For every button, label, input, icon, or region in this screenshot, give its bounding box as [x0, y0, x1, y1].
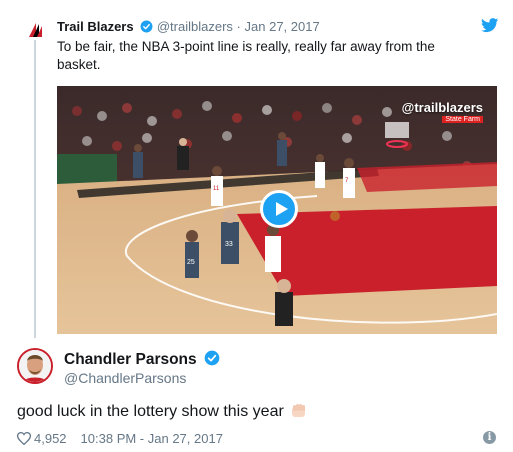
- verified-badge-icon: [140, 20, 153, 33]
- quoted-tweet-header: Trail Blazers @trailblazers · Jan 27, 20…: [57, 19, 320, 35]
- quoted-tweet[interactable]: Trail Blazers @trailblazers · Jan 27, 20…: [0, 0, 513, 338]
- info-icon[interactable]: i: [483, 431, 496, 444]
- play-icon[interactable]: [260, 190, 298, 228]
- video-sponsor-text: State Farm: [442, 116, 483, 123]
- thread-line: [34, 38, 36, 338]
- like-count[interactable]: 4,952: [34, 431, 67, 446]
- tweet-timestamp[interactable]: 10:38 PM - Jan 27, 2017: [81, 431, 223, 446]
- reply-tweet: Chandler Parsons @ChandlerParsons good l…: [0, 338, 513, 452]
- avatar[interactable]: [17, 348, 53, 384]
- tweet-footer: 4,952 10:38 PM - Jan 27, 2017: [17, 431, 223, 447]
- video-player[interactable]: 25 33 11 7 @trailblazers State Farm: [57, 86, 497, 334]
- video-watermark: @trailblazers: [401, 100, 483, 115]
- jersey-number: 33: [225, 241, 233, 248]
- quoted-author-handle[interactable]: @trailblazers: [157, 19, 233, 34]
- verified-badge-icon: [204, 350, 220, 366]
- jersey-number: 11: [213, 186, 220, 192]
- quoted-author-name[interactable]: Trail Blazers: [57, 19, 134, 34]
- twitter-bird-icon[interactable]: [481, 18, 499, 33]
- reply-author-handle[interactable]: @ChandlerParsons: [64, 370, 186, 387]
- reply-tweet-text-content: good luck in the lottery show this year: [17, 403, 284, 420]
- reply-tweet-text: good luck in the lottery show this year: [17, 402, 308, 422]
- trail-blazers-logo[interactable]: [26, 20, 46, 40]
- header-separator: ·: [236, 19, 241, 34]
- reply-author-name[interactable]: Chandler Parsons: [64, 350, 220, 369]
- raised-fist-emoji-icon: [292, 404, 306, 417]
- quoted-tweet-text: To be fair, the NBA 3-point line is real…: [57, 39, 435, 72]
- reply-author-name-text[interactable]: Chandler Parsons: [64, 351, 197, 368]
- quoted-tweet-date[interactable]: Jan 27, 2017: [245, 19, 320, 34]
- avatar-image: [19, 350, 51, 382]
- heart-icon[interactable]: [17, 432, 31, 445]
- jersey-number: 25: [187, 259, 195, 266]
